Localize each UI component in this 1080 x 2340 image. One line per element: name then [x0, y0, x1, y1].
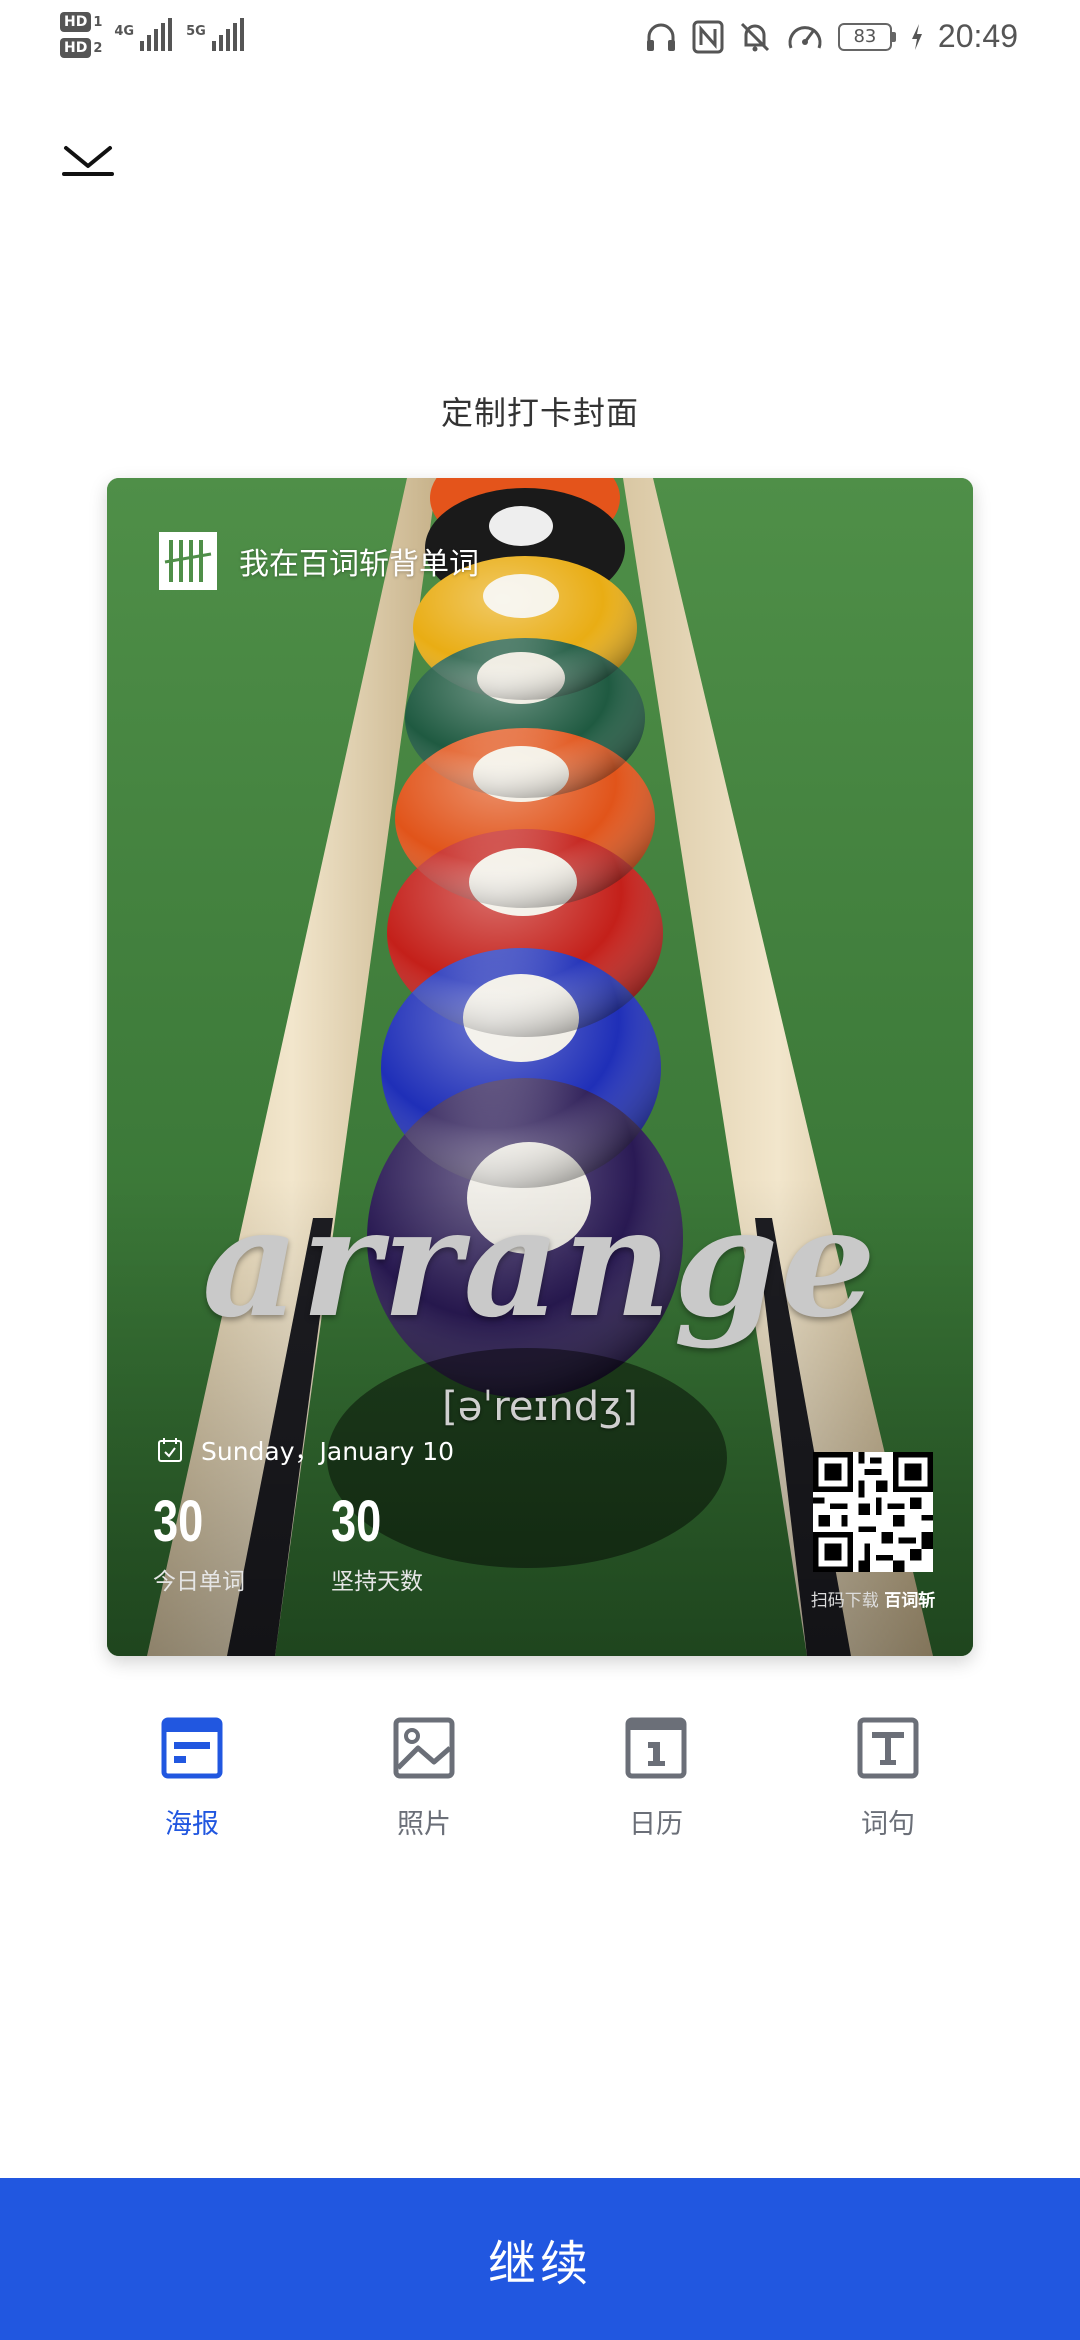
speed-icon	[788, 25, 822, 49]
continue-button[interactable]: 继续	[0, 2178, 1080, 2340]
network-1: 4G	[114, 17, 174, 53]
streak-days-stat: 30 坚持天数	[331, 1490, 423, 1596]
poster-brand-text: 我在百词斩背单词	[239, 547, 479, 582]
cover-style-tabs: 海报 照片 日历 词句	[0, 1716, 1080, 1856]
today-words-stat: 30 今日单词	[153, 1490, 245, 1596]
poster-date-text: Sunday，January 10	[201, 1437, 455, 1466]
collapse-button[interactable]	[56, 130, 120, 190]
tab-text[interactable]: 词句	[808, 1716, 968, 1841]
battery-tip	[891, 31, 896, 42]
photo-icon	[393, 1717, 455, 1779]
poster-brand: 我在百词斩背单词	[159, 532, 479, 590]
qr-code-icon	[813, 1452, 933, 1572]
hd-badge-2: HD 2	[60, 38, 102, 58]
network-type-2: 5G	[186, 24, 206, 39]
headphones-icon	[646, 23, 675, 51]
battery-level: 83	[837, 22, 892, 51]
chevron-down-icon	[62, 146, 114, 176]
hd-label-1: HD	[60, 12, 92, 32]
tab-photo[interactable]: 照片	[344, 1716, 504, 1841]
poster-preview: 我在百词斩背单词 arrange [əˈreɪndʒ] Sunday，Janua…	[107, 478, 973, 1656]
streak-days-label: 坚持天数	[331, 1569, 423, 1595]
hd-badge-1: HD 1	[60, 12, 102, 32]
tab-calendar-label: 日历	[629, 1809, 683, 1840]
poster-phonetic: [əˈreɪndʒ]	[442, 1384, 638, 1430]
network-type-1: 4G	[114, 24, 135, 39]
status-right: 83 20:49	[644, 18, 1018, 55]
today-words-label: 今日单词	[153, 1569, 245, 1595]
streak-days-count: 30	[331, 1489, 382, 1554]
tab-poster-label: 海报	[165, 1809, 219, 1840]
tab-calendar[interactable]: 日历	[576, 1716, 736, 1841]
today-words-count: 30	[153, 1489, 204, 1554]
hd-indicators: HD 1 HD 2	[60, 12, 102, 58]
text-icon	[857, 1717, 919, 1779]
calendar-check-icon	[158, 1438, 182, 1462]
signal-icon	[140, 18, 173, 51]
poster-date: Sunday，January 10	[157, 1432, 454, 1468]
status-bar: HD 1 HD 2 4G 5G 83 20:49	[0, 0, 1080, 80]
status-time: 20:49	[937, 18, 1018, 54]
qr-block: 扫码下载 百词斩	[805, 1452, 941, 1611]
calendar-icon	[625, 1717, 687, 1779]
tab-photo-label: 照片	[397, 1809, 451, 1840]
battery-icon: 83	[837, 22, 896, 51]
baicizhan-logo-icon	[159, 532, 217, 590]
poster-word: arrange	[202, 1175, 878, 1351]
hd-label-2: HD	[60, 38, 92, 58]
hd-sub-1: 1	[93, 14, 103, 30]
hd-sub-2: 2	[93, 40, 103, 56]
poster-icon	[161, 1717, 223, 1779]
charging-icon	[911, 23, 922, 50]
qr-caption-prefix: 扫码下载	[810, 1591, 879, 1611]
status-left: HD 1 HD 2 4G 5G	[60, 12, 246, 58]
page-title: 定制打卡封面	[440, 394, 639, 432]
signal-icon	[211, 18, 244, 51]
tab-poster[interactable]: 海报	[112, 1716, 272, 1841]
qr-caption-brand: 百词斩	[884, 1591, 936, 1611]
silent-bell-icon	[740, 22, 769, 51]
network-2: 5G	[186, 17, 246, 53]
tab-text-label: 词句	[861, 1809, 915, 1840]
nfc-icon	[692, 20, 724, 53]
qr-caption: 扫码下载 百词斩	[805, 1586, 941, 1611]
